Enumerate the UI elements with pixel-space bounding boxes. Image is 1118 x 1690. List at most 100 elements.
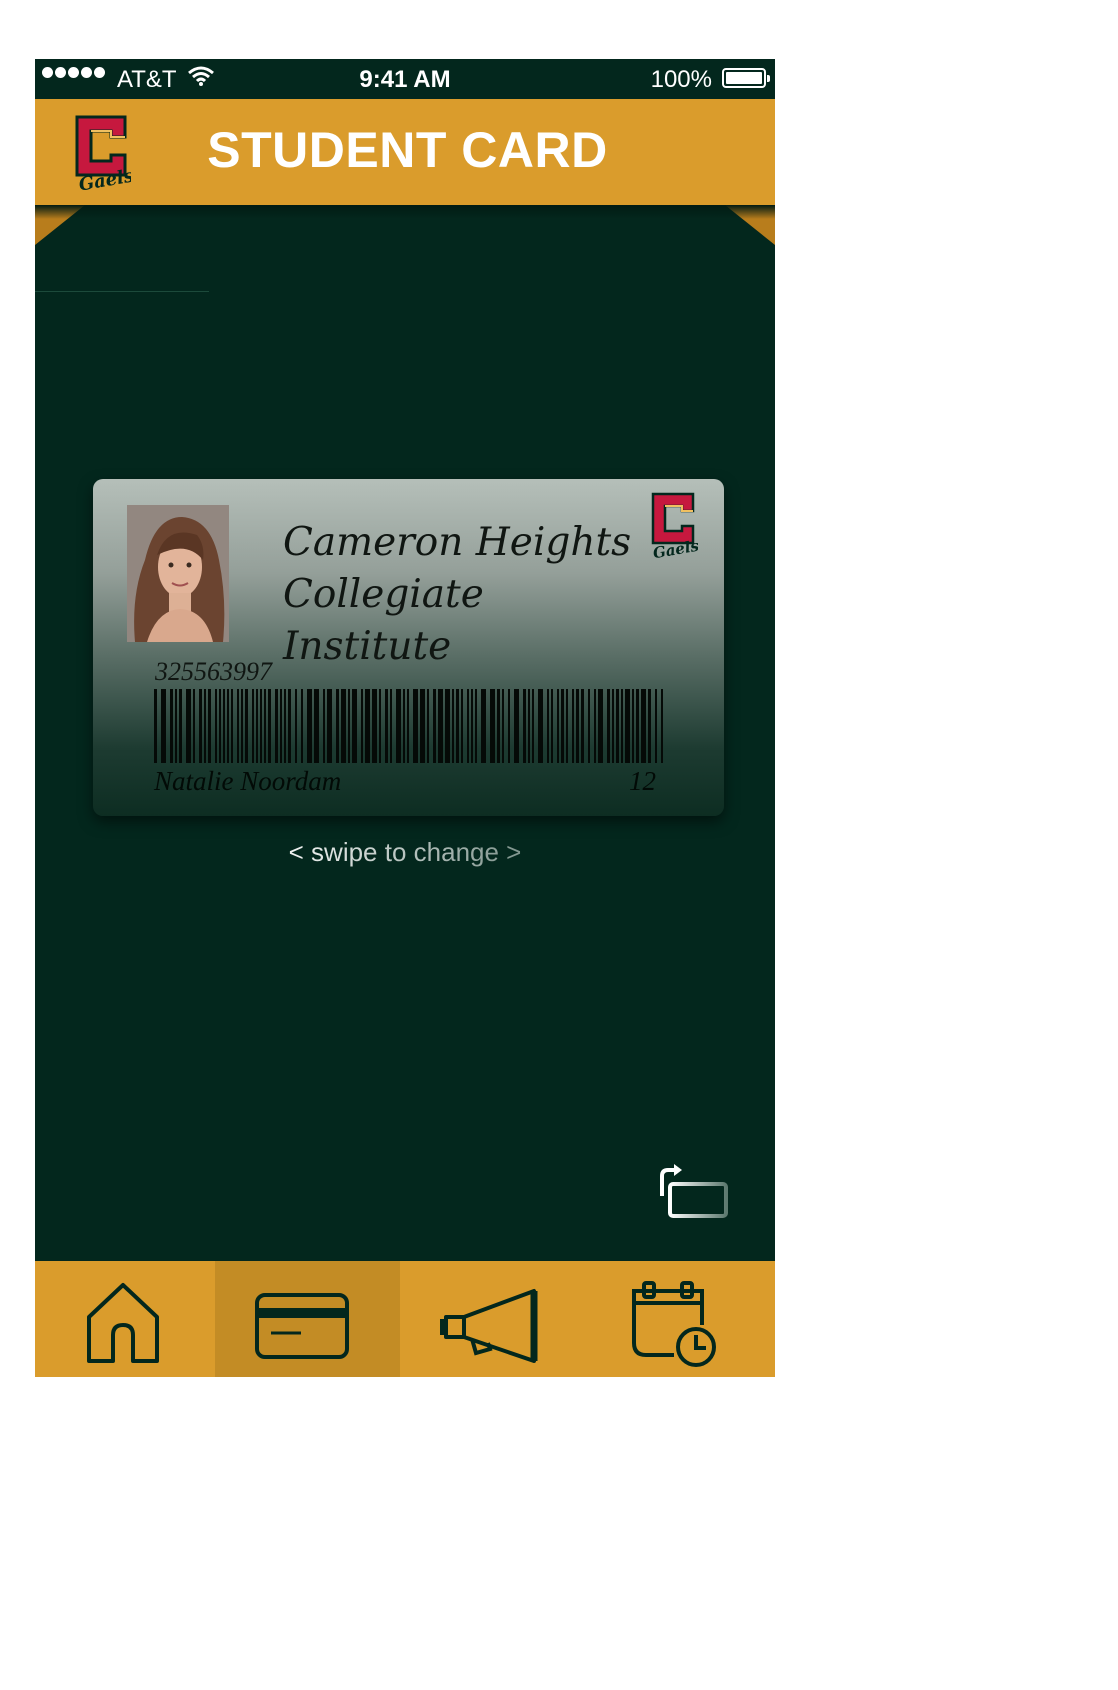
barcode-bar	[390, 689, 392, 763]
page-title: STUDENT CARD	[207, 122, 608, 178]
barcode-bar	[632, 689, 634, 763]
barcode-bar	[456, 689, 459, 763]
barcode-bar	[566, 689, 568, 763]
barcode-bar	[438, 689, 443, 763]
barcode-bar	[471, 689, 473, 763]
barcode-bar	[199, 689, 202, 763]
barcode-bar	[307, 689, 312, 763]
barcode-bar	[467, 689, 469, 763]
barcode-bar	[407, 689, 409, 763]
bottom-tab-bar	[35, 1261, 775, 1377]
barcode-bar	[361, 689, 363, 763]
student-number: 325563997	[155, 657, 272, 686]
barcode-bar	[288, 689, 291, 763]
barcode-bar	[252, 689, 254, 763]
barcode-bar	[625, 689, 630, 763]
barcode-bar	[237, 689, 239, 763]
barcode-bar	[323, 689, 325, 763]
school-name-line-1: Cameron Heights	[283, 520, 632, 565]
barcode-bar	[260, 689, 262, 763]
barcode-bar	[576, 689, 579, 763]
barcode-bar	[551, 689, 553, 763]
status-bar: AT&T 9:41 AM 100%	[35, 59, 775, 99]
student-barcode	[154, 689, 663, 763]
rotate-screen-icon[interactable]	[656, 1162, 730, 1222]
card-icon	[255, 1293, 349, 1359]
barcode-bar	[161, 689, 166, 763]
barcode-bar	[208, 689, 211, 763]
barcode-bar	[385, 689, 388, 763]
barcode-bar	[301, 689, 303, 763]
barcode-bar	[295, 689, 297, 763]
barcode-bar	[607, 689, 610, 763]
barcode-bar	[661, 689, 663, 763]
barcode-bar	[403, 689, 405, 763]
barcode-bar	[523, 689, 526, 763]
barcode-bar	[175, 689, 177, 763]
barcode-bar	[572, 689, 574, 763]
barcode-bar	[327, 689, 332, 763]
barcode-bar	[186, 689, 191, 763]
tab-schedule[interactable]	[590, 1261, 775, 1377]
barcode-bar	[245, 689, 248, 763]
student-photo	[127, 505, 229, 642]
barcode-bar	[547, 689, 549, 763]
home-icon	[87, 1283, 159, 1363]
barcode-bar	[588, 689, 590, 763]
barcode-bar	[268, 689, 271, 763]
tab-home[interactable]	[35, 1261, 220, 1377]
barcode-bar	[655, 689, 657, 763]
barcode-bar	[256, 689, 258, 763]
card-school-logo-icon: Gaels	[652, 492, 698, 561]
barcode-bar	[215, 689, 217, 763]
barcode-bar	[532, 689, 534, 763]
barcode-bar	[352, 689, 357, 763]
barcode-bar	[621, 689, 623, 763]
barcode-bar	[475, 689, 477, 763]
barcode-bar	[557, 689, 559, 763]
divider-line	[35, 291, 209, 292]
barcode-bar	[336, 689, 339, 763]
barcode-bar	[365, 689, 370, 763]
student-grade: 12	[629, 766, 656, 796]
calendar-clock-icon	[632, 1281, 716, 1367]
barcode-bar	[204, 689, 206, 763]
barcode-bar	[193, 689, 195, 763]
barcode-bar	[445, 689, 450, 763]
student-id-card[interactable]: Cameron Heights Collegiate Institute Gae…	[93, 479, 724, 816]
barcode-bar	[223, 689, 225, 763]
barcode-bar	[219, 689, 221, 763]
swipe-hint: < swipe to change >	[35, 837, 775, 868]
barcode-bar	[598, 689, 603, 763]
barcode-bar	[179, 689, 182, 763]
barcode-bar	[481, 689, 486, 763]
header-shadow	[35, 205, 775, 219]
barcode-bar	[641, 689, 646, 763]
barcode-bar	[227, 689, 229, 763]
barcode-bar	[341, 689, 346, 763]
tab-announcements[interactable]	[400, 1261, 585, 1377]
barcode-bar	[497, 689, 500, 763]
barcode-bar	[452, 689, 454, 763]
barcode-bar	[275, 689, 278, 763]
barcode-bar	[280, 689, 282, 763]
barcode-bar	[154, 689, 157, 763]
barcode-bar	[612, 689, 614, 763]
barcode-bar	[264, 689, 266, 763]
student-name: Natalie Noordam	[154, 766, 342, 796]
barcode-bar	[461, 689, 463, 763]
barcode-bar	[514, 689, 519, 763]
barcode-bar	[502, 689, 504, 763]
barcode-bar	[170, 689, 173, 763]
barcode-bar	[616, 689, 619, 763]
tab-student-card[interactable]	[215, 1261, 400, 1377]
barcode-bar	[594, 689, 596, 763]
battery-percentage: 100%	[650, 66, 712, 93]
battery-icon	[722, 68, 770, 88]
barcode-bar	[648, 689, 651, 763]
barcode-bar	[241, 689, 243, 763]
barcode-bar	[379, 689, 381, 763]
school-name-line-2: Collegiate Institute	[283, 572, 484, 669]
barcode-bar	[427, 689, 429, 763]
barcode-bar	[528, 689, 530, 763]
